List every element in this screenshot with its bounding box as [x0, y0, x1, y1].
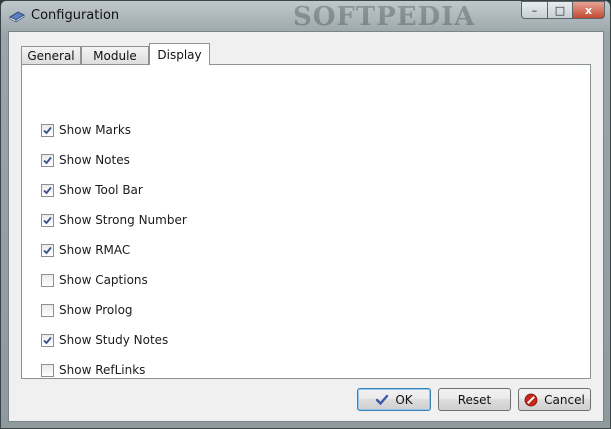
- show-prolog-checkbox[interactable]: [41, 303, 54, 317]
- checkmark-icon: [43, 186, 52, 194]
- show-notes-checkbox[interactable]: [41, 153, 54, 167]
- option-show-marks[interactable]: Show Marks: [41, 122, 131, 138]
- close-button[interactable]: x: [572, 1, 605, 19]
- checkmark-icon: [43, 156, 52, 164]
- option-show-prolog[interactable]: Show Prolog: [41, 302, 133, 318]
- option-show-strong-number[interactable]: Show Strong Number: [41, 212, 187, 228]
- checkmark-icon: [43, 336, 52, 344]
- configuration-window: Configuration SOFTPEDIA – □ x General Mo…: [0, 0, 611, 429]
- reset-label: Reset: [457, 392, 492, 407]
- show-marks-checkbox[interactable]: [41, 123, 54, 137]
- title-bar[interactable]: Configuration SOFTPEDIA – □ x: [1, 1, 610, 32]
- display-panel: Show Marks Show Notes Show Tool Bar Show…: [21, 64, 591, 379]
- ok-button[interactable]: OK: [357, 388, 431, 411]
- checkmark-icon: [376, 394, 389, 405]
- show-rmac-label: Show RMAC: [59, 243, 131, 257]
- show-notes-label: Show Notes: [59, 153, 130, 167]
- option-show-tool-bar[interactable]: Show Tool Bar: [41, 182, 143, 198]
- cancel-button[interactable]: Cancel: [518, 388, 591, 411]
- window-title: Configuration: [31, 8, 120, 23]
- tab-display[interactable]: Display: [149, 43, 210, 65]
- show-prolog-label: Show Prolog: [59, 303, 133, 317]
- checkmark-icon: [43, 126, 52, 134]
- maximize-button[interactable]: □: [547, 1, 573, 19]
- show-study-notes-checkbox[interactable]: [41, 333, 54, 347]
- minimize-button[interactable]: –: [521, 1, 548, 19]
- dialog-client-area: General Module Display Show Marks Show N…: [8, 31, 604, 422]
- checkmark-icon: [43, 246, 52, 254]
- checkmark-icon: [43, 216, 52, 224]
- option-show-study-notes[interactable]: Show Study Notes: [41, 332, 168, 348]
- show-marks-label: Show Marks: [59, 123, 132, 137]
- tab-general[interactable]: General: [21, 46, 81, 65]
- show-study-notes-label: Show Study Notes: [59, 333, 169, 347]
- show-captions-label: Show Captions: [59, 273, 148, 287]
- watermark: SOFTPEDIA: [293, 2, 476, 32]
- option-show-notes[interactable]: Show Notes: [41, 152, 130, 168]
- show-reflinks-label: Show RefLinks: [59, 363, 146, 377]
- ok-label: OK: [395, 392, 413, 407]
- cancel-label: Cancel: [544, 392, 585, 407]
- option-show-rmac[interactable]: Show RMAC: [41, 242, 130, 258]
- show-tool-bar-checkbox[interactable]: [41, 183, 54, 197]
- show-captions-checkbox[interactable]: [41, 273, 54, 287]
- book-icon: [9, 11, 25, 22]
- show-tool-bar-label: Show Tool Bar: [59, 183, 143, 197]
- reset-button[interactable]: Reset: [438, 388, 511, 411]
- show-strong-number-label: Show Strong Number: [59, 213, 187, 227]
- option-show-reflinks[interactable]: Show RefLinks: [41, 362, 145, 378]
- option-show-captions[interactable]: Show Captions: [41, 272, 148, 288]
- show-strong-number-checkbox[interactable]: [41, 213, 54, 227]
- no-entry-icon: [524, 393, 538, 406]
- tab-module[interactable]: Module: [81, 46, 149, 65]
- show-rmac-checkbox[interactable]: [41, 243, 54, 257]
- show-reflinks-checkbox[interactable]: [41, 363, 54, 377]
